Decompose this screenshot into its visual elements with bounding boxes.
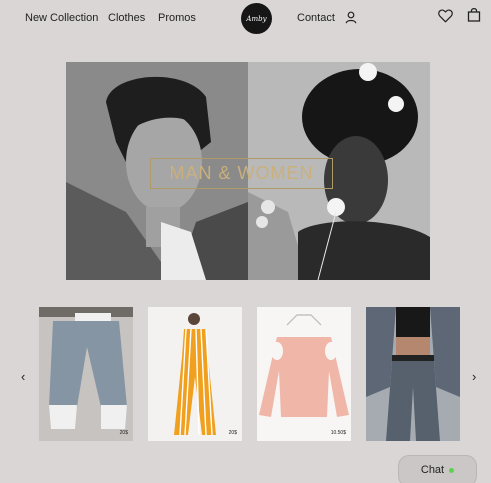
hero-caption-box: MAN & WOMEN [150,158,333,189]
online-status-dot [449,468,455,473]
user-icon[interactable] [345,11,357,24]
product-image-pink-sweater [257,307,351,441]
carousel-prev-arrow[interactable]: ‹ [21,369,25,384]
product-card-4[interactable] [366,307,460,441]
nav-clothes[interactable]: Clothes [108,12,145,24]
brand-logo[interactable]: Amby [241,3,272,34]
shopping-bag-icon[interactable] [467,7,481,22]
nav-contact[interactable]: Contact [297,12,335,24]
product-card-1[interactable]: 20$ [39,307,133,441]
product-card-3[interactable]: 10.50$ [257,307,351,441]
logo-script: Amby [246,14,267,23]
product-image-grey-suit [366,307,460,441]
hero-banner[interactable]: MAN & WOMEN [66,62,430,280]
hero-caption: MAN & WOMEN [169,163,314,183]
top-navigation: New Collection Clothes Promos Amby Conta… [0,0,491,38]
heart-icon[interactable] [438,9,453,23]
nav-new-collection[interactable]: New Collection [25,12,98,24]
product-price: 10.50$ [330,430,346,436]
carousel-next-arrow[interactable]: › [472,369,476,384]
product-card-2[interactable]: 20$ [148,307,242,441]
chat-label: Chat [420,464,445,476]
product-image-striped-jumpsuit [148,307,242,441]
product-price: 20$ [119,430,128,436]
product-price: 20$ [228,430,237,436]
nav-promos[interactable]: Promos [158,12,196,24]
chat-button[interactable]: Chat [398,455,477,483]
product-image-jeans [39,307,133,441]
